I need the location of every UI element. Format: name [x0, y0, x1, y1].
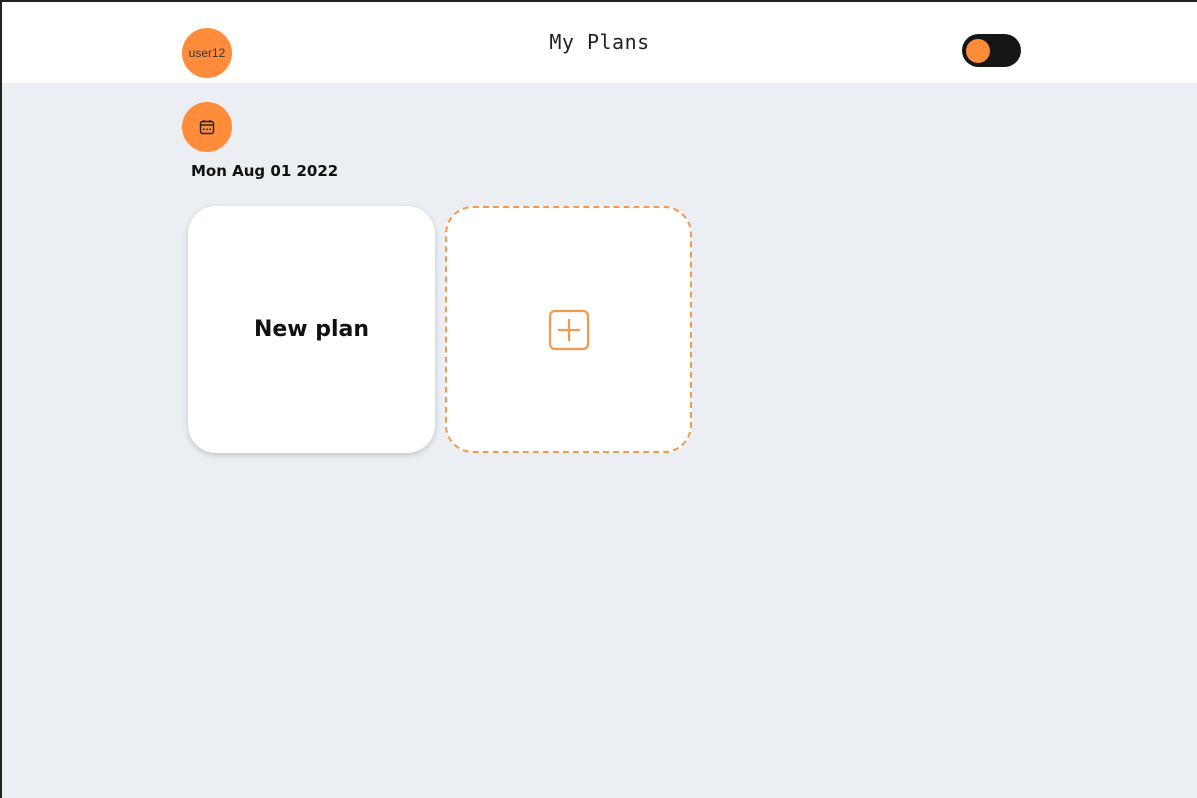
app-frame: user12 My Plans Mon Aug 01 2022 New plan — [0, 0, 1197, 798]
calendar-button[interactable] — [182, 102, 232, 152]
plan-card-title: New plan — [253, 317, 370, 342]
top-bar: user12 My Plans — [2, 2, 1197, 83]
calendar-icon — [199, 120, 215, 135]
toggle-knob — [966, 39, 990, 63]
plan-card[interactable]: New plan — [188, 206, 435, 453]
add-plan-button[interactable] — [445, 206, 692, 453]
theme-toggle[interactable] — [962, 34, 1021, 67]
selected-date: Mon Aug 01 2022 — [191, 162, 339, 180]
plus-square-icon — [548, 309, 589, 350]
